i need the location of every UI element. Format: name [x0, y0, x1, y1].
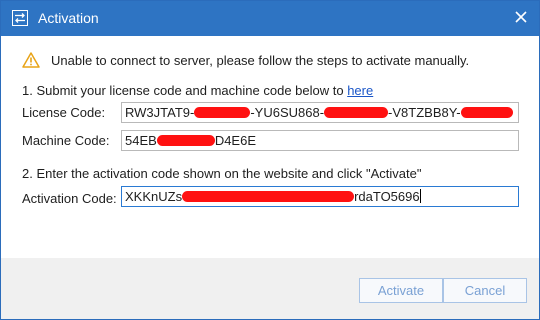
- license-segment-3: -V8TZBB8Y-: [388, 105, 461, 120]
- cancel-button[interactable]: Cancel: [443, 278, 527, 303]
- activate-button[interactable]: Activate: [359, 278, 443, 303]
- activation-arrows-icon: [12, 10, 28, 26]
- redaction-mark: [324, 107, 389, 118]
- activation-segment-1: XKKnUZs: [125, 189, 183, 204]
- redaction-mark: [460, 107, 513, 118]
- activation-code-label: Activation Code:: [22, 191, 117, 206]
- warning-text: Unable to connect to server, please foll…: [51, 53, 470, 68]
- license-code-field[interactable]: RW3JTAT9- -YU6SU868- -V8TZBB8Y-: [121, 102, 519, 123]
- activation-segment-2: rdaTO5696: [354, 189, 420, 204]
- dialog-content: Unable to connect to server, please foll…: [1, 36, 539, 258]
- machine-code-label: Machine Code:: [22, 133, 110, 148]
- step-2-instruction: 2. Enter the activation code shown on th…: [22, 166, 422, 181]
- here-link[interactable]: here: [347, 83, 373, 98]
- text-caret: [419, 189, 421, 203]
- close-icon: [515, 11, 527, 26]
- step-1-instruction: 1. Submit your license code and machine …: [22, 83, 373, 98]
- machine-segment-1: 54EB: [125, 133, 157, 148]
- window-title: Activation: [38, 10, 99, 26]
- redaction-mark: [182, 191, 355, 202]
- redaction-mark: [156, 135, 215, 146]
- step-1-text: 1. Submit your license code and machine …: [22, 83, 348, 98]
- machine-code-field[interactable]: 54EB D4E6E: [121, 130, 519, 151]
- redaction-mark: [194, 107, 251, 118]
- activation-dialog: Activation Unable to connect to server, …: [0, 0, 540, 320]
- activation-code-field[interactable]: XKKnUZs rdaTO5696: [121, 186, 519, 207]
- license-segment-2: -YU6SU868-: [250, 105, 325, 120]
- dialog-footer: Activate Cancel: [1, 258, 539, 319]
- title-bar[interactable]: Activation: [1, 1, 539, 36]
- warning-icon: [22, 52, 40, 68]
- close-button[interactable]: [503, 1, 539, 36]
- license-segment-1: RW3JTAT9-: [125, 105, 195, 120]
- license-code-label: License Code:: [22, 105, 106, 120]
- machine-segment-2: D4E6E: [214, 133, 257, 148]
